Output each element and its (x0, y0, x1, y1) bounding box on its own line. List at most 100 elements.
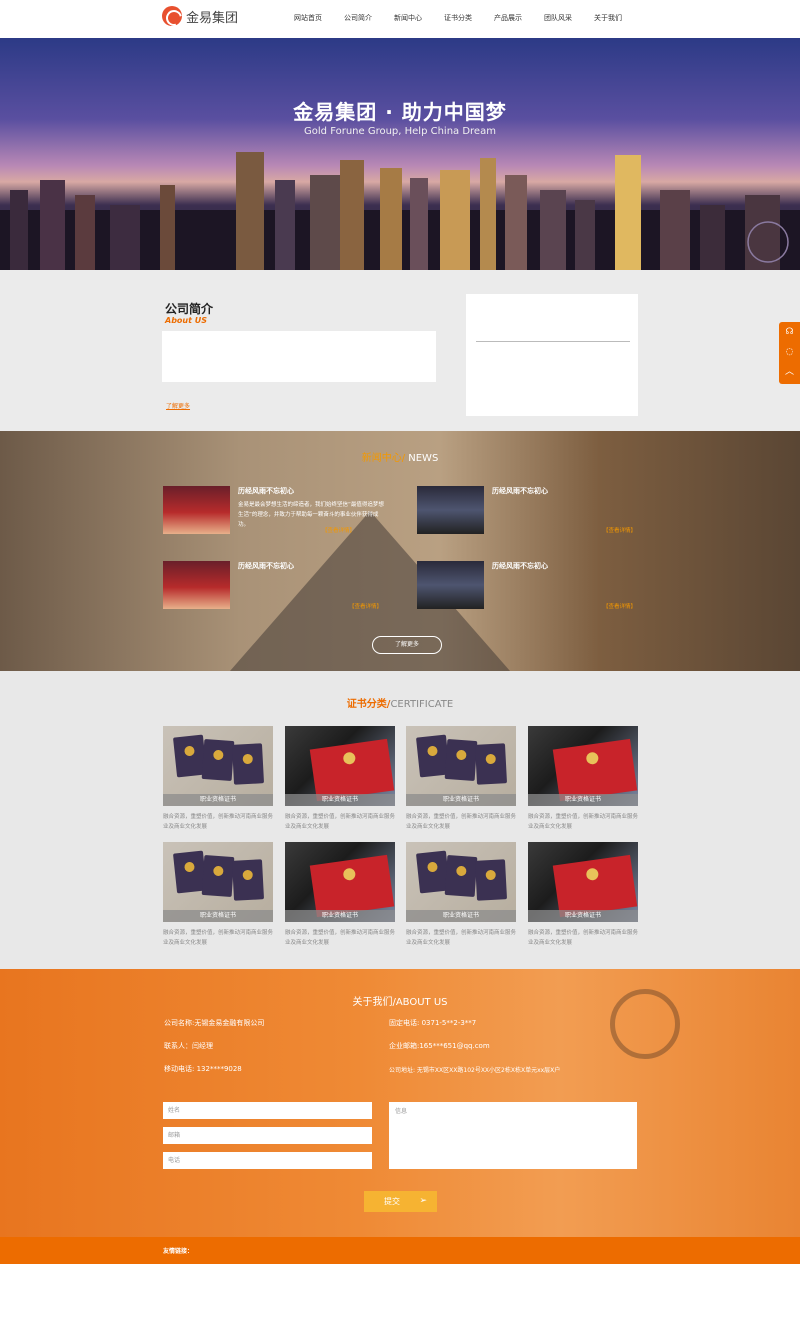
certificate-description: 融合资源，重塑价值，创新推动河南商业服务业及商业文化发展 (285, 814, 396, 830)
about-title: 公司简介 (165, 302, 214, 316)
paper-plane-icon: ➢ (419, 1196, 427, 1206)
certificate-image[interactable]: 职业资格证书 (406, 726, 516, 806)
friend-links-bar: 友情链接： (0, 1237, 800, 1264)
certificate-description: 融合资源，重塑价值，创新推动河南商业服务业及商业文化发展 (163, 930, 274, 946)
news-section: 新闻中心/ NEWS 历经风雨不忘初心 金易是最会梦想生活的缔造者，我们始终坚信… (0, 431, 800, 671)
certificate-label: 职业资格证书 (528, 910, 638, 922)
phone-input[interactable]: 电话 (163, 1152, 372, 1169)
certificate-label: 职业资格证书 (285, 910, 395, 922)
news-thumbnail[interactable] (417, 561, 484, 609)
about-image-card (466, 294, 638, 416)
certificate-title-en: CERTIFICATE (390, 699, 454, 710)
certificate-image[interactable]: 职业资格证书 (528, 726, 638, 806)
certificate-image[interactable]: 职业资格证书 (285, 842, 395, 922)
certificate-card[interactable]: 职业资格证书 融合资源，重塑价值，创新推动河南商业服务业及商业文化发展 (163, 726, 273, 832)
news-thumbnail[interactable] (417, 486, 484, 534)
news-item-title[interactable]: 历经风雨不忘初心 (238, 561, 294, 571)
friend-links-label: 友情链接： (163, 1248, 194, 1255)
about-more-link[interactable]: 了解更多 (166, 401, 190, 410)
news-more-link[interactable]: 【查看详情】 (349, 602, 382, 610)
fixed-phone: 固定电话: 0371-5**2-3**7 (389, 1019, 477, 1027)
certificate-image[interactable]: 职业资格证书 (163, 842, 273, 922)
page: 金易集团 网站首页 公司简介 新闻中心 证书分类 产品展示 团队风采 关于我们 (0, 0, 800, 1328)
certificate-image[interactable]: 职业资格证书 (406, 842, 516, 922)
certificate-booklet (231, 859, 265, 901)
certificate-title: 证书分类/CERTIFICATE (0, 695, 800, 710)
certificate-description: 融合资源，重塑价值，创新推动河南商业服务业及商业文化发展 (528, 930, 639, 946)
certificate-description: 融合资源，重塑价值，创新推动河南商业服务业及商业文化发展 (285, 930, 396, 946)
certificate-card[interactable]: 职业资格证书融合资源，重塑价值，创新推动河南商业服务业及商业文化发展 (528, 842, 638, 948)
news-thumbnail[interactable] (163, 486, 230, 534)
nav-home[interactable]: 网站首页 (294, 10, 322, 26)
main-nav: 网站首页 公司简介 新闻中心 证书分类 产品展示 团队风采 关于我们 (294, 10, 644, 26)
logo[interactable]: 金易集团 (162, 4, 252, 28)
submit-button[interactable]: 提交 ➢ (364, 1191, 437, 1212)
name-input[interactable]: 姓名 (163, 1102, 372, 1119)
certificate-booklet (309, 738, 395, 802)
nav-products[interactable]: 产品展示 (494, 10, 522, 26)
hero-banner: 金易集团 · 助力中国梦 Gold Forune Group, Help Chi… (0, 38, 800, 270)
side-toolbar: ☊ ◌ ︿ (779, 322, 800, 384)
certificate-card[interactable]: 职业资格证书融合资源，重塑价值，创新推动河南商业服务业及商业文化发展 (285, 842, 395, 948)
certificate-booklet (552, 738, 638, 802)
about-section: 公司简介 About US 了解更多 (0, 270, 800, 431)
news-thumbnail[interactable] (163, 561, 230, 609)
certificate-booklet (552, 854, 638, 918)
certificate-card[interactable]: 职业资格证书 融合资源，重塑价值，创新推动河南商业服务业及商业文化发展 (406, 842, 516, 948)
certificate-label: 职业资格证书 (163, 794, 273, 806)
news-item-title[interactable]: 历经风雨不忘初心 (492, 486, 548, 496)
certificate-image[interactable]: 职业资格证书 (163, 726, 273, 806)
news-item-title[interactable]: 历经风雨不忘初心 (492, 561, 548, 571)
news-title-cn: 新闻中心/ (361, 453, 406, 464)
email-input[interactable]: 邮箱 (163, 1127, 372, 1144)
news-item-title[interactable]: 历经风雨不忘初心 (238, 486, 294, 496)
certificate-section: 证书分类/CERTIFICATE 职业资格证书 融合资源，重塑价值，创新推动河南商… (0, 671, 800, 969)
message-textarea[interactable]: 信息 (389, 1102, 637, 1169)
nav-news[interactable]: 新闻中心 (394, 10, 422, 26)
certificate-booklet (201, 855, 235, 897)
about-title-en: About US (165, 316, 207, 325)
certificate-image[interactable]: 职业资格证书 (528, 842, 638, 922)
certificate-card[interactable]: 职业资格证书融合资源，重塑价值，创新推动河南商业服务业及商业文化发展 (163, 842, 273, 948)
news-item-text: 金易是最会梦想生活的缔造者，我们始终坚信“最值得追梦想生活”的理念，并致力于帮助… (238, 502, 384, 528)
contact-person: 联系人：闫经理 (164, 1042, 213, 1050)
certificate-description: 融合资源，重塑价值，创新推动河南商业服务业及商业文化发展 (406, 814, 517, 830)
certificate-label: 职业资格证书 (406, 794, 516, 806)
certificate-label: 职业资格证书 (285, 794, 395, 806)
divider (476, 341, 630, 342)
certificate-booklet (474, 743, 508, 785)
submit-label: 提交 (384, 1197, 400, 1206)
news-title: 新闻中心/ NEWS (0, 449, 800, 464)
company-address: 公司地址: 无锡市XX区XX路102号XX小区2栋X栋X单元xx层X户 (389, 1067, 561, 1074)
news-more-button[interactable]: 了解更多 (372, 636, 442, 654)
nav-team[interactable]: 团队风采 (544, 10, 572, 26)
nav-company[interactable]: 公司简介 (344, 10, 372, 26)
certificate-label: 职业资格证书 (163, 910, 273, 922)
news-item[interactable]: 历经风雨不忘初心 金易是最会梦想生活的缔造者，我们始终坚信“最值得追梦想生活”的… (163, 486, 389, 536)
certificate-card[interactable]: 职业资格证书融合资源，重塑价值，创新推动河南商业服务业及商业文化发展 (406, 726, 516, 832)
certificate-booklet (444, 855, 478, 897)
nav-about[interactable]: 关于我们 (594, 10, 622, 26)
certificate-image[interactable]: 职业资格证书 (285, 726, 395, 806)
mobile-phone: 移动电话: 132****9028 (164, 1065, 242, 1073)
nav-certificates[interactable]: 证书分类 (444, 10, 472, 26)
about-text-box (162, 331, 436, 382)
news-more-link[interactable]: 【查看详情】 (603, 602, 636, 610)
banner-title: 金易集团 · 助力中国梦 (293, 100, 507, 124)
certificate-booklet (444, 739, 478, 781)
certificate-label: 职业资格证书 (406, 910, 516, 922)
company-name: 公司名称:无锡金易金融有限公司 (164, 1019, 265, 1027)
site-header: 金易集团 网站首页 公司简介 新闻中心 证书分类 产品展示 团队风采 关于我们 (0, 0, 800, 38)
certificate-booklet (474, 859, 508, 901)
company-email: 企业邮箱:165***651@qq.com (389, 1042, 490, 1050)
certificate-card[interactable]: 职业资格证书融合资源，重塑价值，创新推动河南商业服务业及商业文化发展 (285, 726, 395, 832)
certificate-description: 融合资源，重塑价值，创新推动河南商业服务业及商业文化发展 (528, 814, 639, 830)
news-more-link[interactable]: 【查看详情】 (603, 526, 636, 534)
customer-service-icon[interactable]: ☊ (784, 327, 795, 338)
chat-icon[interactable]: ◌ (784, 347, 795, 358)
certificate-card[interactable]: 职业资格证书融合资源，重塑价值，创新推动河南商业服务业及商业文化发展 (528, 726, 638, 832)
back-to-top-icon[interactable]: ︿ (784, 367, 795, 378)
news-more-link[interactable]: 【查看详情】 (322, 526, 355, 534)
brand-name: 金易集团 (186, 10, 239, 26)
contact-title: 关于我们/ABOUT US (352, 997, 448, 1008)
